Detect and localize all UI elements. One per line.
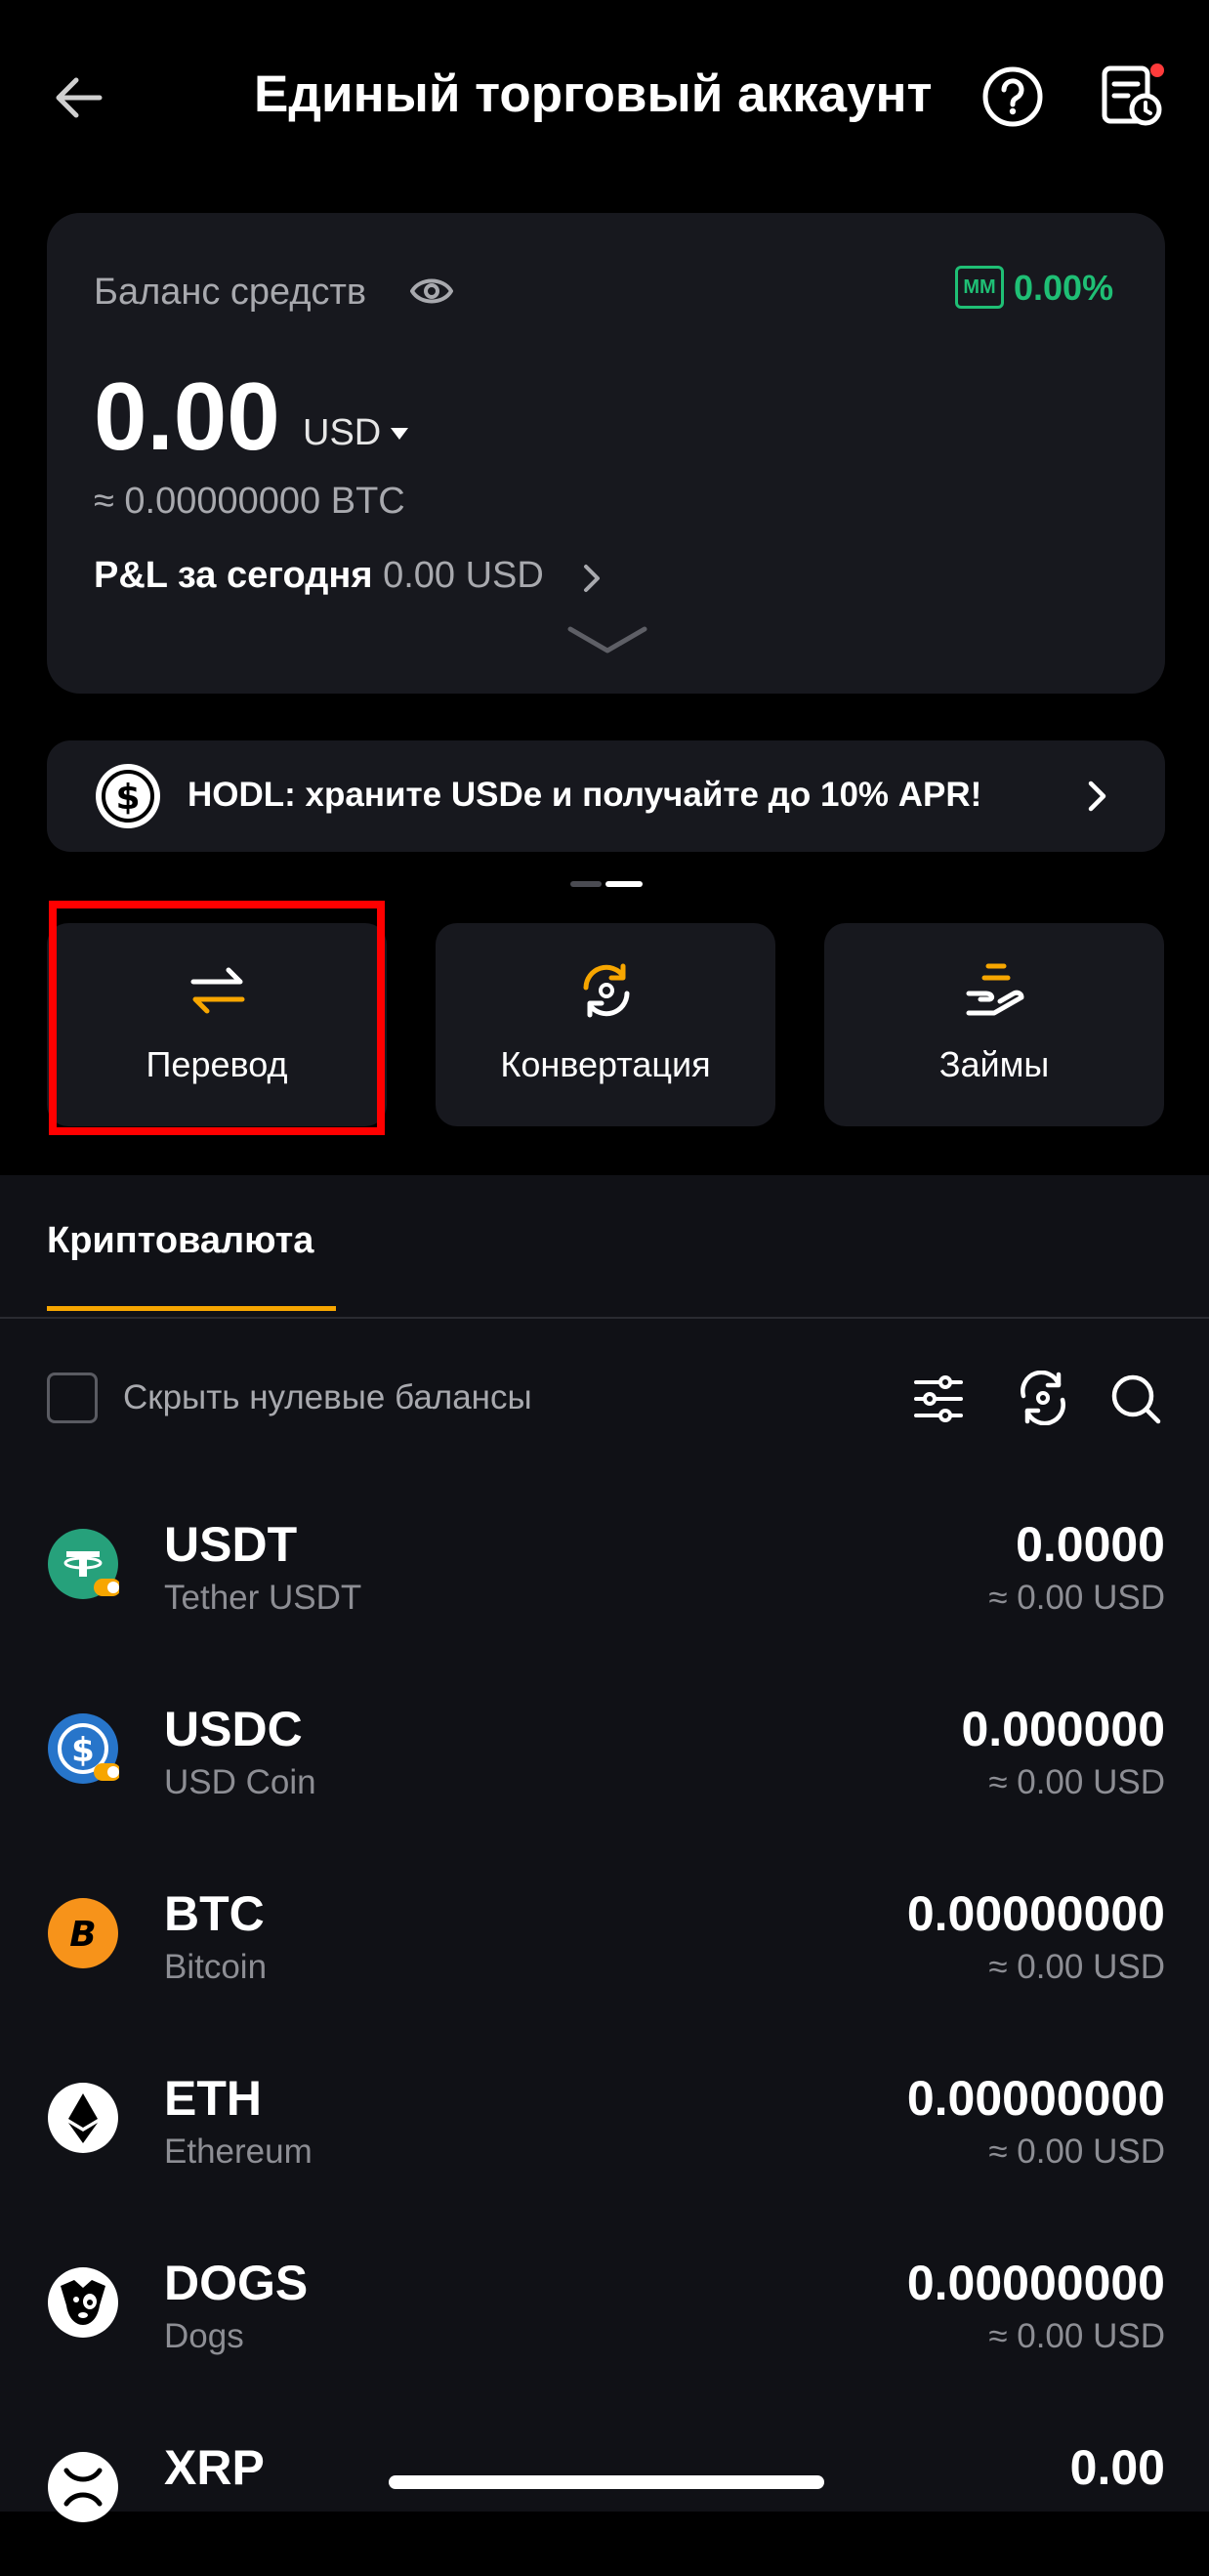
- asset-row-eth[interactable]: ETH Ethereum 0.00000000 ≈ 0.00 USD: [0, 2060, 1209, 2207]
- balance-label: Баланс средств: [94, 272, 367, 313]
- asset-amount: 0.00000000: [906, 2071, 1165, 2126]
- loan-button[interactable]: Займы: [824, 923, 1164, 1126]
- asset-usd-value: ≈ 0.00 USD: [988, 1579, 1165, 1617]
- hide-zero-label[interactable]: Скрыть нулевые балансы: [123, 1378, 532, 1417]
- dollar-coin-icon: $: [96, 764, 160, 828]
- asset-name: Bitcoin: [164, 1948, 268, 1986]
- pnl-today[interactable]: P&L за сегодня 0.00 USD: [94, 555, 544, 597]
- svg-text:B: B: [69, 1915, 96, 1955]
- eye-icon[interactable]: [410, 272, 453, 311]
- filter-icon[interactable]: [912, 1372, 965, 1425]
- usdc-coin-icon: $: [48, 1713, 119, 1784]
- asset-symbol: BTC: [164, 1886, 265, 1941]
- xrp-coin-icon: [48, 2452, 118, 2522]
- svg-text:$: $: [71, 1731, 95, 1770]
- asset-row-xrp[interactable]: XRP 0.00: [0, 2429, 1209, 2576]
- asset-amount: 0.0000: [1016, 1517, 1165, 1572]
- convert-icon: [583, 963, 630, 1018]
- balance-btc-equivalent: ≈ 0.00000000 BTC: [94, 481, 405, 522]
- asset-amount: 0.00: [1069, 2440, 1165, 2495]
- usdt-coin-icon: [48, 1529, 119, 1599]
- pager-dot: [570, 881, 602, 887]
- asset-name: Ethereum: [164, 2133, 313, 2171]
- help-icon[interactable]: [981, 65, 1044, 128]
- asset-symbol: ETH: [164, 2071, 262, 2126]
- tab-divider: [0, 1317, 1209, 1319]
- loan-icon: [966, 963, 1024, 1016]
- search-icon[interactable]: [1109, 1372, 1162, 1425]
- asset-name: Tether USDT: [164, 1579, 362, 1617]
- asset-usd-value: ≈ 0.00 USD: [988, 2133, 1165, 2171]
- promo-banner[interactable]: $ HODL: храните USDe и получайте до 10% …: [47, 740, 1165, 852]
- header: Единый торговый аккаунт: [0, 0, 1209, 195]
- asset-amount: 0.000000: [961, 1702, 1165, 1756]
- asset-symbol: XRP: [164, 2440, 265, 2495]
- convert-small-icon[interactable]: [1016, 1371, 1070, 1425]
- loan-label: Займы: [938, 1044, 1050, 1084]
- balance-amount: 0.00: [94, 362, 280, 470]
- pnl-label: P&L за сегодня: [94, 555, 373, 596]
- asset-usd-value: ≈ 0.00 USD: [988, 1948, 1165, 1986]
- hide-zero-checkbox[interactable]: [47, 1372, 98, 1423]
- chevron-right-icon: [1088, 781, 1106, 812]
- asset-symbol: USDC: [164, 1702, 303, 1756]
- pager-dot-active: [605, 881, 643, 887]
- asset-usd-value: ≈ 0.00 USD: [988, 1763, 1165, 1801]
- banner-text: HODL: храните USDe и получайте до 10% AP…: [188, 776, 982, 814]
- asset-symbol: USDT: [164, 1517, 298, 1572]
- mm-badge[interactable]: MM: [955, 266, 1004, 309]
- currency-selector[interactable]: USD: [303, 412, 381, 454]
- asset-row-btc[interactable]: B BTC Bitcoin 0.00000000 ≈ 0.00 USD: [0, 1876, 1209, 2022]
- back-arrow-icon[interactable]: [51, 68, 109, 127]
- convert-button[interactable]: Конвертация: [436, 923, 775, 1126]
- tab-crypto[interactable]: Криптовалюта: [47, 1220, 313, 1262]
- expand-chevron-icon[interactable]: [564, 621, 650, 658]
- btc-coin-icon: B: [48, 1898, 118, 1968]
- home-indicator[interactable]: [389, 2475, 824, 2489]
- page-title: Единый торговый аккаунт: [254, 65, 933, 123]
- caret-down-icon[interactable]: [389, 426, 410, 442]
- assets-panel: Криптовалюта Скрыть нулевые балансы USDT…: [0, 1175, 1209, 2522]
- svg-text:$: $: [115, 778, 140, 818]
- convert-label: Конвертация: [500, 1044, 711, 1084]
- pnl-value: 0.00 USD: [383, 555, 544, 596]
- chevron-right-icon[interactable]: [580, 561, 605, 596]
- asset-row-usdc[interactable]: $ USDC USD Coin 0.000000 ≈ 0.00 USD: [0, 1691, 1209, 1837]
- mm-value[interactable]: 0.00%: [1014, 268, 1113, 309]
- dogs-coin-icon: [48, 2267, 118, 2338]
- asset-amount: 0.00000000: [906, 1886, 1165, 1941]
- highlight-box: [49, 901, 385, 1135]
- asset-usd-value: ≈ 0.00 USD: [988, 2317, 1165, 2355]
- balance-card: Баланс средств MM 0.00% 0.00 USD ≈ 0.000…: [47, 213, 1165, 694]
- asset-symbol: DOGS: [164, 2256, 309, 2310]
- asset-name: USD Coin: [164, 1763, 316, 1801]
- asset-amount: 0.00000000: [906, 2256, 1165, 2310]
- asset-row-usdt[interactable]: USDT Tether USDT 0.0000 ≈ 0.00 USD: [0, 1506, 1209, 1653]
- records-icon[interactable]: [1099, 63, 1167, 131]
- asset-name: Dogs: [164, 2317, 244, 2355]
- asset-row-dogs[interactable]: DOGS Dogs 0.00000000 ≈ 0.00 USD: [0, 2245, 1209, 2391]
- tab-active-indicator: [47, 1306, 336, 1311]
- eth-coin-icon: [48, 2083, 118, 2153]
- banner-pager: [570, 881, 643, 887]
